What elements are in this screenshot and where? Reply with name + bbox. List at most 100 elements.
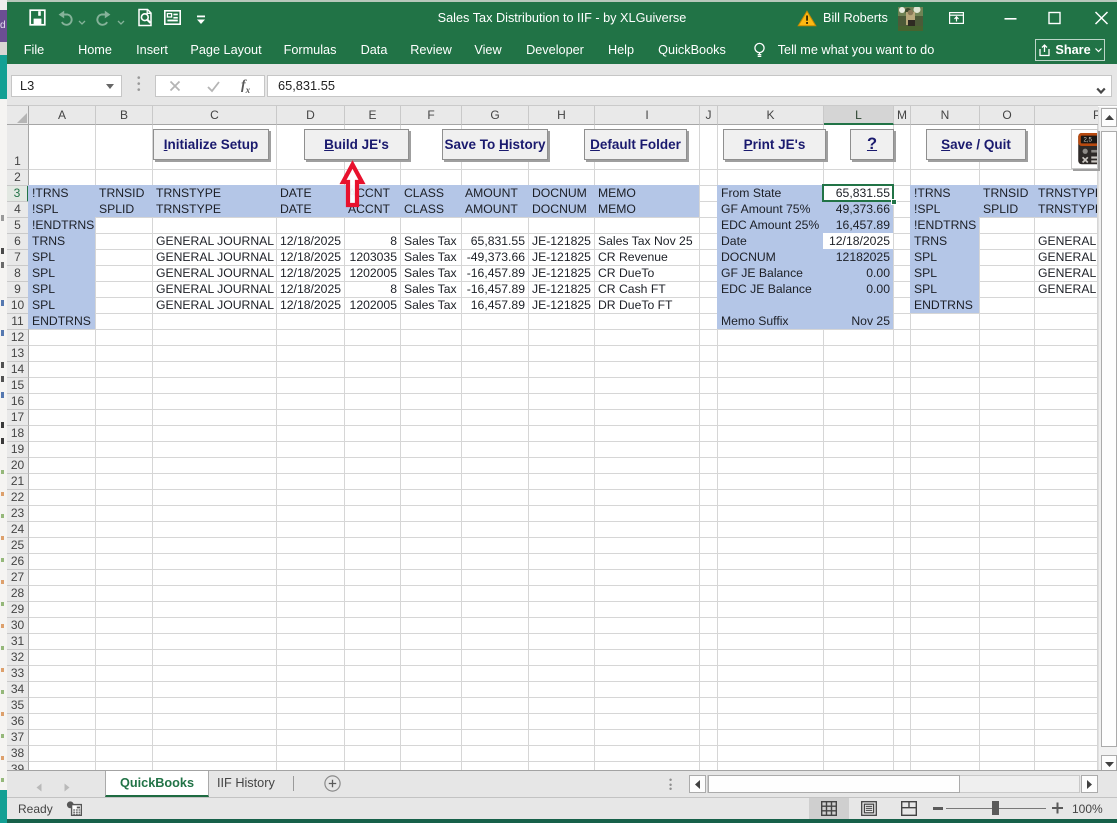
row-header-2[interactable]: 2	[7, 170, 29, 186]
cell-K11[interactable]: Memo Suffix	[718, 314, 823, 329]
cell-G3[interactable]: AMOUNT	[462, 186, 528, 201]
cell-N4[interactable]: !SPL	[911, 202, 979, 217]
row-header-35[interactable]: 35	[7, 698, 29, 714]
ribbon-tab-data[interactable]: Data	[361, 36, 388, 64]
new-sheet-button[interactable]	[324, 775, 341, 792]
sheet-tab-iif-history[interactable]: IIF History	[203, 771, 289, 797]
cell-K3[interactable]: From State	[718, 186, 823, 201]
column-header-M[interactable]: M	[894, 106, 911, 125]
row-header-3[interactable]: 3	[7, 186, 29, 202]
cell-O4[interactable]: SPLID	[980, 202, 1034, 217]
column-header-D[interactable]: D	[277, 106, 345, 125]
macro-button-save-to-history[interactable]: Save To History	[442, 129, 548, 160]
cell-C9[interactable]: GENERAL JOURNAL	[153, 282, 276, 297]
cell-A10[interactable]: SPL	[29, 298, 95, 313]
formula-input[interactable]: 65,831.55	[267, 75, 1112, 97]
cell-L8[interactable]: 0.00	[824, 266, 893, 281]
row-header-34[interactable]: 34	[7, 682, 29, 698]
cell-A11[interactable]: ENDTRNS	[29, 314, 95, 329]
column-header-C[interactable]: C	[153, 106, 277, 125]
hscroll-grip-icon[interactable]: •••	[669, 778, 673, 791]
cell-E6[interactable]: 8	[345, 234, 400, 249]
zoom-percent[interactable]: 100%	[1072, 802, 1103, 816]
cancel-entry-icon[interactable]	[168, 79, 182, 93]
cell-I9[interactable]: CR Cash FT	[595, 282, 699, 297]
cell-F10[interactable]: Sales Tax	[401, 298, 461, 313]
row-header-32[interactable]: 32	[7, 650, 29, 666]
row-header-19[interactable]: 19	[7, 442, 29, 458]
view-normal-button[interactable]	[809, 798, 849, 819]
column-header-J[interactable]: J	[700, 106, 718, 125]
hscroll-right-button[interactable]	[1081, 775, 1098, 793]
row-header-28[interactable]: 28	[7, 586, 29, 602]
cell-C4[interactable]: TRNSTYPE	[153, 202, 276, 217]
cell-K7[interactable]: DOCNUM	[718, 250, 823, 265]
cell-I3[interactable]: MEMO	[595, 186, 699, 201]
row-header-39[interactable]: 39	[7, 762, 29, 770]
cell-P3[interactable]: TRNSTYPE	[1035, 186, 1097, 201]
sheet-nav-next-icon[interactable]	[64, 779, 70, 788]
cell-D4[interactable]: DATE	[277, 202, 344, 217]
cell-E7[interactable]: 1203035	[345, 250, 400, 265]
cell-A6[interactable]: TRNS	[29, 234, 95, 249]
cell-F7[interactable]: Sales Tax	[401, 250, 461, 265]
formula-bar-expand-icon[interactable]	[1096, 82, 1106, 90]
row-header-37[interactable]: 37	[7, 730, 29, 746]
cell-L3[interactable]: 65,831.55	[824, 186, 893, 201]
row-header-36[interactable]: 36	[7, 714, 29, 730]
cell-D7[interactable]: 12/18/2025	[277, 250, 344, 265]
cell-L5[interactable]: 16,457.89	[824, 218, 893, 233]
row-header-27[interactable]: 27	[7, 570, 29, 586]
row-header-23[interactable]: 23	[7, 506, 29, 522]
cell-H6[interactable]: JE-121825	[529, 234, 594, 249]
sync-warning-icon[interactable]	[797, 10, 817, 27]
cell-D6[interactable]: 12/18/2025	[277, 234, 344, 249]
sheet-tab-quickbooks[interactable]: QuickBooks	[105, 771, 209, 797]
sheet-nav-prev-icon[interactable]	[36, 779, 42, 788]
cell-P7[interactable]: GENERAL JOURNAL	[1035, 250, 1097, 265]
zoom-slider-thumb[interactable]	[992, 801, 999, 815]
row-header-1[interactable]: 1	[7, 125, 29, 170]
cell-H10[interactable]: JE-121825	[529, 298, 594, 313]
cell-N8[interactable]: SPL	[911, 266, 979, 281]
cell-N10[interactable]: ENDTRNS	[911, 298, 979, 313]
zoom-out-button[interactable]	[933, 807, 943, 810]
cell-G10[interactable]: 16,457.89	[462, 298, 528, 313]
cell-C3[interactable]: TRNSTYPE	[153, 186, 276, 201]
cell-I10[interactable]: DR DueTo FT	[595, 298, 699, 313]
minimize-button[interactable]	[988, 0, 1033, 36]
cell-K9[interactable]: EDC JE Balance	[718, 282, 823, 297]
ribbon-tab-review[interactable]: Review	[410, 36, 452, 64]
row-header-26[interactable]: 26	[7, 554, 29, 570]
cell-E8[interactable]: 1202005	[345, 266, 400, 281]
cell-L9[interactable]: 0.00	[824, 282, 893, 297]
cell-P6[interactable]: GENERAL JOURNAL	[1035, 234, 1097, 249]
macro-button-build-je-s[interactable]: Build JE's	[304, 129, 409, 160]
row-header-12[interactable]: 12	[7, 330, 29, 346]
column-header-E[interactable]: E	[345, 106, 401, 125]
cell-K8[interactable]: GF JE Balance	[718, 266, 823, 281]
share-button[interactable]: Share	[1035, 39, 1105, 61]
cell-D9[interactable]: 12/18/2025	[277, 282, 344, 297]
name-box[interactable]: L3	[11, 75, 122, 97]
cell-A7[interactable]: SPL	[29, 250, 95, 265]
column-header-I[interactable]: I	[595, 106, 700, 125]
ribbon-tab-home[interactable]: Home	[78, 36, 112, 64]
cell-P9[interactable]: GENERAL JOURNAL	[1035, 282, 1097, 297]
cell-A8[interactable]: SPL	[29, 266, 95, 281]
row-header-14[interactable]: 14	[7, 362, 29, 378]
row-header-7[interactable]: 7	[7, 250, 29, 266]
column-header-P[interactable]: P	[1035, 106, 1098, 125]
cell-H4[interactable]: DOCNUM	[529, 202, 594, 217]
column-header-N[interactable]: N	[911, 106, 980, 125]
row-header-11[interactable]: 11	[7, 314, 29, 330]
view-page-layout-button[interactable]	[849, 798, 889, 819]
user-avatar[interactable]	[898, 7, 923, 31]
cell-N5[interactable]: !ENDTRNS	[911, 218, 979, 233]
ribbon-tab-view[interactable]: View	[474, 36, 501, 64]
column-header-K[interactable]: K	[718, 106, 824, 125]
ribbon-display-options-icon[interactable]	[949, 11, 964, 23]
row-header-10[interactable]: 10	[7, 298, 29, 314]
record-macro-icon[interactable]	[66, 801, 82, 816]
cell-D3[interactable]: DATE	[277, 186, 344, 201]
